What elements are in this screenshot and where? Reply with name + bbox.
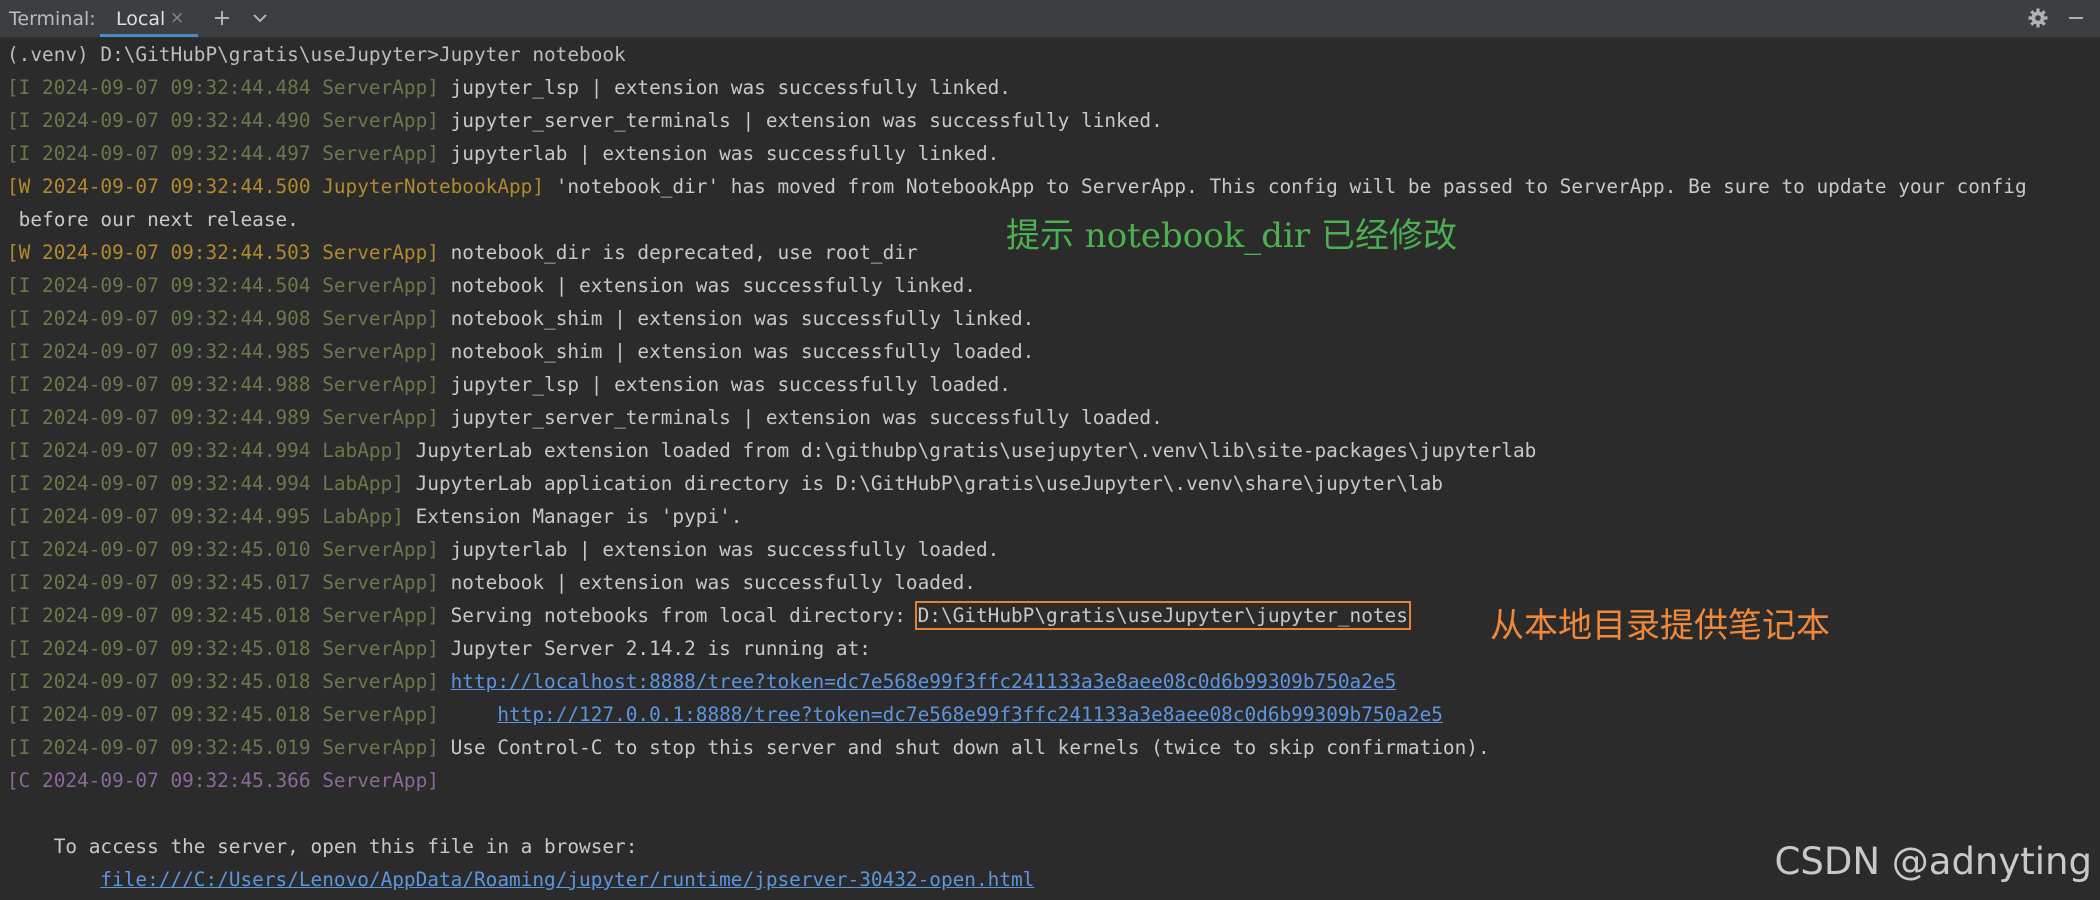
- log-line: [I 2024-09-07 09:32:44.504 ServerApp] no…: [7, 274, 976, 298]
- log-prefix: [I 2024-09-07 09:32:44.989 ServerApp]: [7, 406, 439, 429]
- log-line: [I 2024-09-07 09:32:45.018 ServerApp] Ju…: [7, 637, 871, 661]
- log-message: jupyterlab | extension was successfully …: [438, 142, 1000, 165]
- log-line: file:///C:/Users/Lenovo/AppData/Roaming/…: [7, 868, 1034, 892]
- log-prefix: [I 2024-09-07 09:32:44.994 LabApp]: [7, 472, 404, 495]
- log-line: [I 2024-09-07 09:32:45.018 ServerApp] Se…: [7, 601, 1411, 630]
- log-message: Extension Manager is 'pypi'.: [403, 505, 743, 528]
- server-url-link[interactable]: file:///C:/Users/Lenovo/AppData/Roaming/…: [100, 868, 1034, 891]
- log-line: [I 2024-09-07 09:32:45.010 ServerApp] ju…: [7, 538, 999, 562]
- log-line: [I 2024-09-07 09:32:44.490 ServerApp] ju…: [7, 109, 1163, 133]
- log-line: [W 2024-09-07 09:32:44.503 ServerApp] no…: [7, 241, 918, 265]
- log-prefix: [I 2024-09-07 09:32:45.018 ServerApp]: [7, 703, 439, 726]
- log-line: [I 2024-09-07 09:32:44.989 ServerApp] ju…: [7, 406, 1163, 430]
- log-prefix: [I 2024-09-07 09:32:44.484 ServerApp]: [7, 76, 439, 99]
- tab-local[interactable]: Local ×: [100, 0, 198, 37]
- log-message: jupyter_server_terminals | extension was…: [438, 406, 1163, 429]
- log-line: before our next release.: [7, 208, 299, 232]
- log-prefix: [I 2024-09-07 09:32:44.908 ServerApp]: [7, 307, 439, 330]
- log-message: notebook_shim | extension was successful…: [438, 340, 1035, 363]
- log-line: [I 2024-09-07 09:32:44.994 LabApp] Jupyt…: [7, 472, 1443, 496]
- log-line: [I 2024-09-07 09:32:44.985 ServerApp] no…: [7, 340, 1034, 364]
- log-prefix: [C 2024-09-07 09:32:45.366 ServerApp]: [7, 769, 439, 792]
- log-message: notebook_shim | extension was successful…: [438, 307, 1035, 330]
- log-prefix: [I 2024-09-07 09:32:44.994 LabApp]: [7, 439, 404, 462]
- log-prefix: [I 2024-09-07 09:32:44.504 ServerApp]: [7, 274, 439, 297]
- server-url-link[interactable]: http://127.0.0.1:8888/tree?token=dc7e568…: [497, 703, 1443, 726]
- log-message: [439, 703, 497, 726]
- log-prefix: [I 2024-09-07 09:32:44.497 ServerApp]: [7, 142, 439, 165]
- log-message: before our next release.: [7, 208, 299, 231]
- log-line: [C 2024-09-07 09:32:45.366 ServerApp]: [7, 769, 439, 793]
- log-message: notebook | extension was successfully lo…: [438, 571, 976, 594]
- log-message: JupyterLab extension loaded from d:\gith…: [403, 439, 1537, 462]
- tab-label: Local: [116, 8, 166, 30]
- log-message: Jupyter Server 2.14.2 is running at:: [438, 637, 871, 660]
- log-prefix: [I 2024-09-07 09:32:44.988 ServerApp]: [7, 373, 439, 396]
- highlighted-directory: D:\GitHubP\gratis\useJupyter\jupyter_not…: [914, 601, 1411, 630]
- log-message: notebook_dir is deprecated, use root_dir: [438, 241, 918, 264]
- log-prefix: [I 2024-09-07 09:32:45.010 ServerApp]: [7, 538, 439, 561]
- log-prefix: [I 2024-09-07 09:32:45.019 ServerApp]: [7, 736, 439, 759]
- log-line: [I 2024-09-07 09:32:45.019 ServerApp] Us…: [7, 736, 1490, 760]
- log-line: [I 2024-09-07 09:32:44.988 ServerApp] ju…: [7, 373, 1011, 397]
- close-icon[interactable]: ×: [170, 8, 184, 28]
- watermark: CSDN @adnyting: [1774, 840, 2092, 883]
- log-message: JupyterLab application directory is D:\G…: [403, 472, 1443, 495]
- log-message: To access the server, open this file in …: [7, 835, 638, 858]
- log-message: 'notebook_dir' has moved from NotebookAp…: [544, 175, 2027, 198]
- log-line: [I 2024-09-07 09:32:44.908 ServerApp] no…: [7, 307, 1034, 331]
- log-prefix: [I 2024-09-07 09:32:45.018 ServerApp]: [7, 670, 439, 693]
- log-message: jupyter_server_terminals | extension was…: [438, 109, 1163, 132]
- server-url-link[interactable]: http://localhost:8888/tree?token=dc7e568…: [451, 670, 1397, 693]
- log-message: [439, 670, 451, 693]
- log-line: [I 2024-09-07 09:32:45.018 ServerApp] ht…: [7, 670, 1396, 694]
- log-message: jupyter_lsp | extension was successfully…: [438, 76, 1011, 99]
- plus-icon[interactable]: [208, 4, 236, 32]
- log-line: [I 2024-09-07 09:32:44.994 LabApp] Jupyt…: [7, 439, 1536, 463]
- terminal-toolwindow-header: Terminal: Local ×: [0, 0, 2100, 38]
- minimize-icon[interactable]: [2062, 4, 2090, 32]
- log-message: jupyter_lsp | extension was successfully…: [438, 373, 1011, 396]
- log-prefix: [I 2024-09-07 09:32:45.018 ServerApp]: [7, 637, 439, 660]
- log-line: [W 2024-09-07 09:32:44.500 JupyterNotebo…: [7, 175, 2027, 199]
- toolwindow-title: Terminal:: [9, 8, 96, 30]
- annotation-local-dir: 从本地目录提供笔记本: [1490, 606, 1830, 646]
- log-message: notebook | extension was successfully li…: [438, 274, 976, 297]
- log-prefix: [I 2024-09-07 09:32:44.490 ServerApp]: [7, 109, 439, 132]
- log-line: [I 2024-09-07 09:32:44.497 ServerApp] ju…: [7, 142, 999, 166]
- log-line: [I 2024-09-07 09:32:44.484 ServerApp] ju…: [7, 76, 1011, 100]
- log-message: jupyterlab | extension was successfully …: [438, 538, 1000, 561]
- log-prefix: [W 2024-09-07 09:32:44.503 ServerApp]: [7, 241, 439, 264]
- log-prefix: [W 2024-09-07 09:32:44.500 JupyterNotebo…: [7, 175, 545, 198]
- annotation-notebook-dir: 提示 notebook_dir 已经修改: [1006, 216, 1457, 256]
- log-line: [I 2024-09-07 09:32:45.018 ServerApp] ht…: [7, 703, 1443, 727]
- log-message: Use Control-C to stop this server and sh…: [438, 736, 1490, 759]
- log-prefix: [I 2024-09-07 09:32:45.017 ServerApp]: [7, 571, 439, 594]
- log-line: [I 2024-09-07 09:32:45.017 ServerApp] no…: [7, 571, 976, 595]
- log-prefix: [I 2024-09-07 09:32:44.985 ServerApp]: [7, 340, 439, 363]
- chevron-down-icon[interactable]: [246, 4, 274, 32]
- command-prompt: (.venv) D:\GitHubP\gratis\useJupyter>Jup…: [7, 43, 626, 66]
- log-line: [I 2024-09-07 09:32:44.995 LabApp] Exten…: [7, 505, 742, 529]
- terminal-output[interactable]: (.venv) D:\GitHubP\gratis\useJupyter>Jup…: [0, 38, 2100, 900]
- log-prefix: [I 2024-09-07 09:32:45.018 ServerApp]: [7, 604, 439, 627]
- log-message: Serving notebooks from local directory:: [438, 604, 918, 627]
- log-message: [7, 868, 100, 891]
- log-prefix: [I 2024-09-07 09:32:44.995 LabApp]: [7, 505, 404, 528]
- log-line: To access the server, open this file in …: [7, 835, 638, 859]
- gear-icon[interactable]: [2024, 4, 2052, 32]
